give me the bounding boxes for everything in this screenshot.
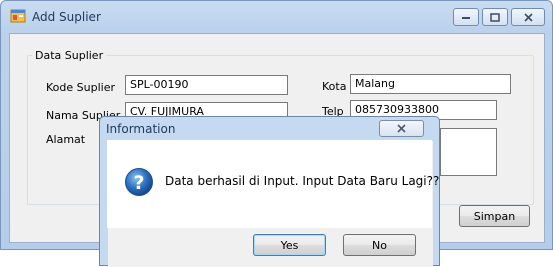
dialog-close-button[interactable] <box>379 120 424 137</box>
kode-suplier-label: Kode Suplier <box>46 81 115 94</box>
kota-field[interactable]: Malang <box>350 74 511 94</box>
maximize-button[interactable] <box>482 8 508 26</box>
question-icon: ? <box>124 167 154 197</box>
minimize-button[interactable] <box>453 8 479 26</box>
close-button[interactable] <box>511 8 545 26</box>
kota-label: Kota <box>322 80 347 93</box>
dialog-title: Information <box>106 122 176 136</box>
alamat-label: Alamat <box>46 133 86 146</box>
dialog-message: Data berhasil di Input. Input Data Baru … <box>165 174 440 188</box>
yes-button[interactable]: Yes <box>253 234 326 256</box>
group-legend: Data Suplier <box>32 49 107 62</box>
simpan-button[interactable]: Simpan <box>459 205 530 227</box>
window-title: Add Suplier <box>32 10 101 24</box>
close-icon <box>397 124 406 133</box>
kode-suplier-field[interactable]: SPL-00190 <box>125 75 288 95</box>
no-button[interactable]: No <box>343 234 416 256</box>
close-icon <box>523 12 533 22</box>
notes-field[interactable] <box>440 128 497 176</box>
app-form-icon <box>10 8 26 24</box>
svg-text:?: ? <box>133 172 144 194</box>
